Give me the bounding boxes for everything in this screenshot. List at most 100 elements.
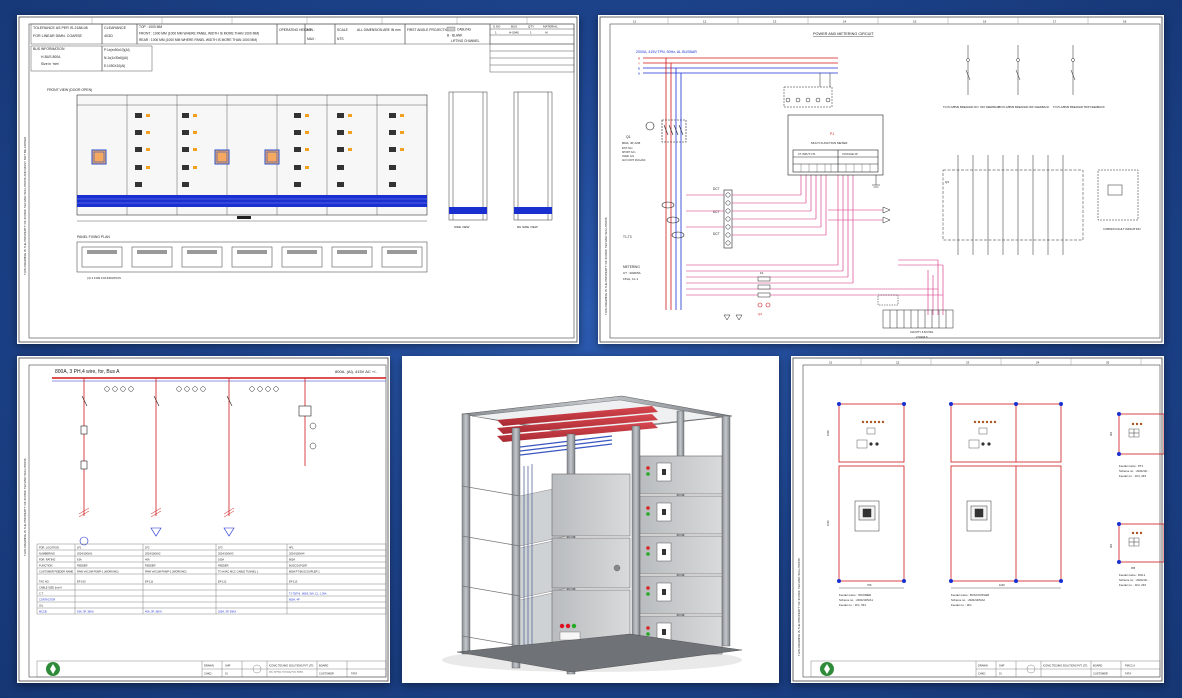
customer-label: CUSTOMER xyxy=(319,672,334,676)
single-line-diagram-panel[interactable]: THIS DRAWING IS THE PROPERTY OF ICONIC T… xyxy=(17,356,390,683)
ga-drawing-panel[interactable]: TOLERANCE AS PER IS-2188-08 FOR LINEAR D… xyxy=(17,15,579,344)
row-ol: O/L xyxy=(39,604,44,608)
row-mccb: MCCB xyxy=(39,610,47,614)
panel-fixing-plan-label: PANEL FIXING PLAN xyxy=(77,235,110,239)
projection-label: FIRST ANGLE PROJECTION xyxy=(407,28,451,32)
pt1-scheme-no: Scheme no. : 2024/10/... xyxy=(1119,469,1150,473)
row-tag-no: TAG NO. xyxy=(39,580,50,584)
f2-func: FEEDER xyxy=(145,564,156,568)
hbus-label: H-BUS 800A xyxy=(41,55,61,59)
buscoupler-scheme-no: Scheme no. : 2024/10/5/A2 xyxy=(951,598,985,602)
size-label: Size in 'mm' xyxy=(41,62,59,66)
dct-label-3: DCT xyxy=(713,232,720,236)
tolerance-text: TOLERANCE AS PER IS-2188-08 xyxy=(33,26,88,30)
dct-terminals xyxy=(723,189,733,249)
front-view-panels xyxy=(76,94,428,222)
chkd-label: CHKD. xyxy=(204,672,212,676)
chkd-label-2: CHKD. xyxy=(978,672,986,676)
side-views xyxy=(448,91,553,221)
drawn-label-2: DRAWN xyxy=(978,664,988,668)
bus-info-label: BUS INFORMATION xyxy=(33,47,65,51)
render-3d-panel[interactable] xyxy=(402,356,779,683)
col-25: 25 xyxy=(1106,361,1110,365)
terminal-strip xyxy=(877,294,954,329)
meter-circles xyxy=(104,386,317,450)
phase-n: N xyxy=(638,72,640,76)
incomer-meters xyxy=(856,420,885,449)
buscoupler-corner-dots xyxy=(949,402,1063,583)
sld-title: 800A, 3 PH,4 wire, for, Bus A xyxy=(55,369,120,375)
dol1-height: 400 xyxy=(1110,543,1113,548)
f1-name: RAW VACUM PUMP-1 (WORKING) xyxy=(77,570,119,574)
sld-title-right: 800A, (Al), 415V AC +/- xyxy=(335,369,377,374)
fuse-label: F1 xyxy=(760,271,764,275)
power-metering-panel[interactable]: 11 12 13 14 15 16 17 18 POWER AND METERI… xyxy=(598,15,1164,344)
company-logo xyxy=(46,662,60,676)
feedback-trip: TO PLC/BMS BREAKER TRIP FEEDBACK xyxy=(1053,105,1105,109)
fixing-plan xyxy=(76,241,428,273)
metering-label: METERING xyxy=(623,265,640,269)
col-12: 12 xyxy=(703,20,707,24)
col-16: 16 xyxy=(983,20,987,24)
control-block xyxy=(942,155,1139,255)
q1-aux: AUX CONT: 2NO+2NC xyxy=(622,159,646,162)
f2-name: RAW VACUM PUMP-2 (WORKING) xyxy=(145,570,187,574)
common-fault-label: COMMON FAULT INDICATION xyxy=(1103,227,1141,231)
f1-mccb: 63A, 3P, 36KA xyxy=(77,610,94,614)
copyright-note: THIS DRAWING IS THE PROPERTY OF ICONIC T… xyxy=(23,136,27,275)
q1-over: OVER: 1xIn xyxy=(622,156,635,158)
f2-mccb: 40A, 3P, 36KA xyxy=(145,610,162,614)
dol1-feeder-no: Feeder no. : 1F2, 2F2 xyxy=(1119,583,1146,587)
incomer-scheme-no: Scheme no. : 2024/10/5/A1 xyxy=(839,598,873,602)
hdr-material: MATERIAL xyxy=(543,25,558,29)
col-18: 18 xyxy=(1123,20,1127,24)
cable-markers xyxy=(78,507,235,518)
f4-loc: 4F1 xyxy=(289,546,294,550)
copyright-note-5: THIS DRAWING IS THE PROPERTY OF ICONIC T… xyxy=(797,558,801,656)
customer-label-2: CUSTOMER xyxy=(1093,672,1108,676)
drawn-label: DRAWN xyxy=(204,664,214,668)
col-11: 11 xyxy=(633,20,636,24)
buscoupler-feeder-no: Feeder no. : 4F1 xyxy=(951,603,972,607)
dol1-scheme-no: Scheme no. : 2024/10/... xyxy=(1119,578,1150,582)
copyright-note-3: THIS DRAWING IS THE PROPERTY OF ICONIC T… xyxy=(23,458,27,556)
cabling-legend-text: CABLING xyxy=(457,28,472,32)
company-name: ICONIC TECHNO SOLUTIONS PVT. LTD. xyxy=(269,665,314,668)
col-21: 21 xyxy=(829,361,833,365)
t1-t3-label: T1-T3 xyxy=(623,235,632,239)
dol1-details xyxy=(1117,522,1143,564)
hdr-bus: BUS xyxy=(511,25,517,29)
front-view-label: FRONT VIEW (DOOR OPEN) xyxy=(47,88,92,92)
pink-wiring xyxy=(686,175,944,315)
switchboard-3d-model xyxy=(442,395,743,675)
buscoupler-width: 1100 xyxy=(999,583,1005,587)
col-13: 13 xyxy=(773,20,777,24)
dol1-feeder-name: Feeder name : DOL1 xyxy=(1119,573,1146,577)
dol1-panel-outline xyxy=(1118,523,1164,563)
linear-dimn-text: FOR LINEAR DIMN. COARSE xyxy=(33,34,83,38)
feedback-on-off: TO PLC/BMS BREAKER ON / OFF FEEDBACK xyxy=(943,105,1001,109)
f3-tag: EF-112 xyxy=(218,580,227,584)
incomer-feeder-no: Feeder no. : 1F1, 5F1 xyxy=(839,603,866,607)
row-customer-feeder: CUSTOMER FEEDER NAME xyxy=(39,570,74,574)
sld-sheet: THIS DRAWING IS THE PROPERTY OF ICONIC T… xyxy=(18,357,389,682)
feeder-layout-panel[interactable]: 21 22 23 24 25 THIS DRAWING IS THE PROPE… xyxy=(791,356,1164,683)
col-22: 22 xyxy=(896,361,900,365)
scale-value: NTS xyxy=(337,37,344,41)
ct-ratio-note: T1-T3(TH) : 800/5, 5VA, CL : 1.0VA xyxy=(289,593,327,596)
checked-by-2: SI xyxy=(999,672,1002,676)
relay-outputs xyxy=(882,206,891,224)
lifting-legend-text: LIFTING CHANNEL xyxy=(451,39,480,43)
buscoupler-panel-outline xyxy=(950,403,1062,582)
earth-symbols xyxy=(723,314,743,321)
company-address: 104, 1st Floor, Techinuty, Pune 411011 xyxy=(269,671,304,674)
row-contactor: CONTACTOR xyxy=(39,598,55,602)
f4-mccb: 800A, 4P xyxy=(289,598,300,602)
customer-name-2: TATA xyxy=(1125,672,1131,676)
breaker-symbols xyxy=(80,395,312,470)
dimensions-note: ALL DIMENSION ARE IN mm xyxy=(357,28,401,32)
pt1-feeder-no: Feeder no. : 1F3, 2F3 xyxy=(1119,474,1146,478)
bus-neutral-size: N:1x(1x30x6)(Al) xyxy=(104,56,128,60)
incomer-width: 700 xyxy=(867,583,872,587)
incomer-height-2: 1100 xyxy=(826,520,830,526)
